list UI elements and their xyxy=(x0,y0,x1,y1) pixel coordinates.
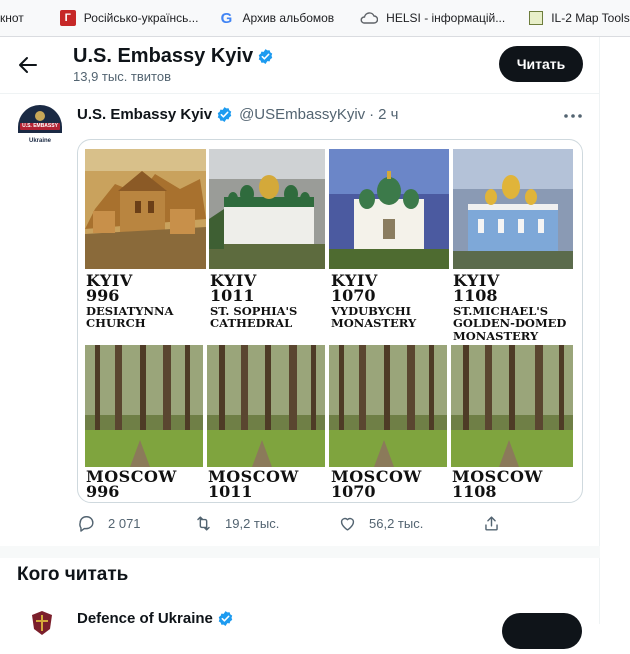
caption-year: 1011 xyxy=(210,286,255,306)
caption-year: 1108 xyxy=(453,286,498,306)
author-handle[interactable]: @USEmbassyKyiv xyxy=(239,106,365,123)
bookmark-label: HELSI - інформацій... xyxy=(386,11,506,25)
bookmark-label: Російсько-українсь... xyxy=(83,11,199,25)
back-arrow-icon[interactable] xyxy=(16,53,40,77)
bookmark-label: IL-2 Map Tools | we... xyxy=(551,11,630,25)
share-icon xyxy=(485,515,498,531)
tweet[interactable]: U.S. EMBASSY Ukraine U.S. Embassy Kyiv @… xyxy=(0,94,600,546)
caption-year: 1070 xyxy=(331,286,376,306)
avatar-text: U.S. EMBASSY xyxy=(22,123,58,129)
sophia-photo xyxy=(209,149,325,269)
caption-kyiv-1108: KYIV 1108 ST.MICHAEL'S GOLDEN-DOMED MONA… xyxy=(453,272,575,343)
reply-count: 2 071 xyxy=(108,515,141,531)
profile-name: U.S. Embassy Kyiv xyxy=(73,45,254,67)
caption-year: 1011 xyxy=(208,482,253,502)
caption-desc: VYDUBYCHI MONASTERY xyxy=(331,304,417,331)
retweet-icon xyxy=(197,515,210,531)
like-button[interactable]: 56,2 тыс. xyxy=(338,513,423,533)
gramota-icon: Г xyxy=(59,10,76,26)
verified-badge-icon xyxy=(218,611,233,626)
caption-year: 1070 xyxy=(331,482,376,502)
forest-photo xyxy=(451,345,573,467)
tweet-image[interactable]: KYIV 996 DESIATYNNA CHURCH KYIV 1011 ST.… xyxy=(77,139,583,503)
bookmark-item[interactable]: кнот xyxy=(0,0,30,36)
caption-desc: ST.MICHAEL'S GOLDEN-DOMED MONASTERY xyxy=(453,304,567,343)
author-name[interactable]: U.S. Embassy Kyiv xyxy=(77,106,212,123)
verified-badge-icon xyxy=(217,107,232,122)
like-count: 56,2 тыс. xyxy=(369,515,424,531)
follow-button[interactable]: Читать xyxy=(499,46,583,82)
caption-kyiv-1070: KYIV 1070 VYDUBYCHI MONASTERY xyxy=(331,272,449,331)
caption-moscow-996: MOSCOW 996 xyxy=(86,468,206,502)
more-options-icon[interactable] xyxy=(563,106,583,126)
tweet-author: U.S. Embassy Kyiv @USEmbassyKyiv · 2 ч xyxy=(77,106,399,123)
church-photo xyxy=(85,149,206,269)
reply-icon xyxy=(79,515,94,532)
who-to-follow-title: Кого читать xyxy=(17,564,129,585)
share-button[interactable] xyxy=(482,513,513,533)
caption-kyiv-996: KYIV 996 DESIATYNNA CHURCH xyxy=(86,272,206,331)
michael-photo xyxy=(453,149,573,269)
heart-icon xyxy=(340,517,355,531)
forest-photo xyxy=(329,345,447,467)
cloud-icon xyxy=(360,12,379,24)
suggested-account[interactable]: Defence of Ukraine xyxy=(0,597,600,649)
caption-moscow-1108: MOSCOW 1108 xyxy=(452,468,574,502)
avatar[interactable] xyxy=(22,609,62,649)
suggested-name: Defence of Ukraine xyxy=(77,610,240,627)
bookmark-item[interactable]: G Архив альбомов xyxy=(212,0,340,36)
avatar[interactable]: U.S. EMBASSY Ukraine xyxy=(16,103,64,151)
google-icon: G xyxy=(220,9,233,27)
forest-photo xyxy=(85,345,203,467)
profile-header: U.S. Embassy Kyiv 13,9 тыс. твитов Читат… xyxy=(0,37,600,93)
caption-moscow-1070: MOSCOW 1070 xyxy=(331,468,451,502)
bookmark-label: Архив альбомов xyxy=(242,11,335,25)
caption-desc: ST. SOPHIA'S CATHEDRAL xyxy=(210,304,298,331)
suggested-account-name[interactable]: Defence of Ukraine xyxy=(77,610,213,627)
section-separator xyxy=(0,546,600,558)
caption-year: 996 xyxy=(86,286,120,306)
caption-year: 996 xyxy=(86,482,120,502)
bookmarks-bar: кнот Г Російсько-українсь... G Архив аль… xyxy=(0,0,630,37)
caption-moscow-1011: MOSCOW 1011 xyxy=(208,468,328,502)
map-icon xyxy=(529,11,544,25)
forest-photo xyxy=(207,345,325,467)
bookmark-item[interactable]: HELSI - інформацій... xyxy=(354,0,511,36)
avatar-sub: Ukraine xyxy=(28,138,51,144)
separator: · xyxy=(369,106,375,123)
tweet-count: 13,9 тыс. твитов xyxy=(73,69,172,84)
vydubychi-photo xyxy=(329,149,449,269)
verified-badge-icon xyxy=(258,49,273,64)
caption-desc: DESIATYNNA CHURCH xyxy=(86,304,174,331)
bookmark-item[interactable]: IL-2 Map Tools | we... xyxy=(523,0,630,36)
retweet-button[interactable]: 19,2 тыс. xyxy=(194,513,279,533)
page-title: U.S. Embassy Kyiv xyxy=(73,45,280,68)
reply-button[interactable]: 2 071 xyxy=(77,513,141,533)
bookmark-label: кнот xyxy=(0,11,24,25)
tweet-time[interactable]: 2 ч xyxy=(378,106,398,123)
caption-kyiv-1011: KYIV 1011 ST. SOPHIA'S CATHEDRAL xyxy=(210,272,328,331)
retweet-count: 19,2 тыс. xyxy=(225,515,280,531)
caption-year: 1108 xyxy=(452,482,497,502)
bookmark-item[interactable]: Г Російсько-українсь... xyxy=(54,0,205,36)
main-column: U.S. Embassy Kyiv 13,9 тыс. твитов Читат… xyxy=(0,37,600,649)
follow-button[interactable] xyxy=(502,613,582,649)
tweet-actions: 2 071 19,2 тыс. 56,2 тыс. xyxy=(77,513,507,537)
